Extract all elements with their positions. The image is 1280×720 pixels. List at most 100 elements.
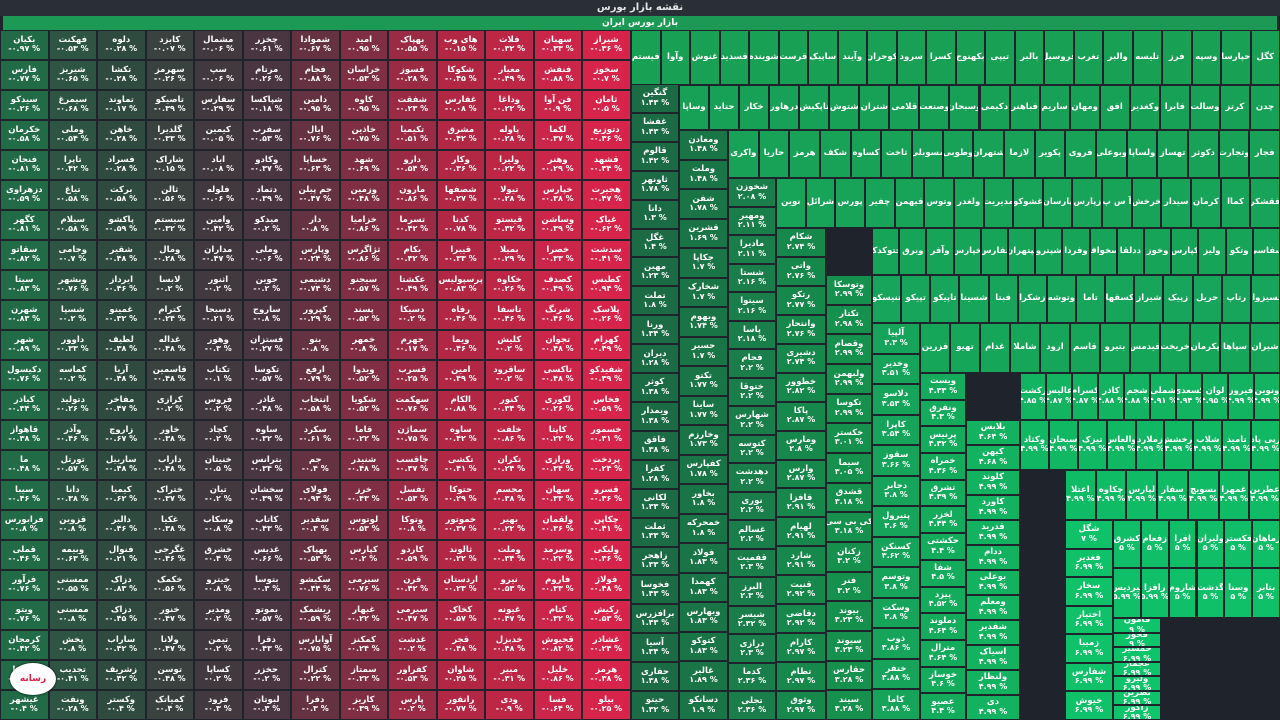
stock-tile[interactable]: ولغدر [953,178,984,228]
stock-tile[interactable]: فولاژ -۰.۴۸ % [582,570,631,600]
stock-tile[interactable]: تکران -۰.۲۴ % [485,450,534,480]
stock-tile[interactable]: ثاخت [881,130,912,178]
stock-tile[interactable]: سیبا -۰.۴۶ % [0,480,49,510]
stock-tile[interactable]: ولیکی -۰.۳۶ % [582,540,631,570]
stock-tile[interactable]: وسرمد -۰.۲۲ % [533,540,582,570]
stock-tile[interactable]: زشریف -۰.۴۲ % [97,660,146,690]
stock-tile[interactable]: سکیشو -۰.۴۴ % [291,570,340,600]
stock-tile[interactable]: لکوری -۰.۲۶ % [533,390,582,420]
stock-tile[interactable]: غالبر ۱.۸۹ % [679,661,728,691]
stock-tile[interactable]: ختفر ۳.۸۸ % [872,658,920,690]
stock-tile[interactable]: فنر ۳.۲ % [826,571,872,602]
stock-tile[interactable]: شهر -۰.۸۹ % [0,330,49,360]
stock-tile[interactable]: تکیمیا -۰.۵۱ % [388,120,437,150]
stock-tile[interactable]: ویما -۰.۴۶ % [436,330,485,360]
stock-tile[interactable]: پارس -۰.۲ % [388,690,437,720]
stock-tile[interactable]: لکما -۰.۳۷ % [533,120,582,150]
stock-tile[interactable]: غجمار ۶.۹۹ % [1113,661,1161,677]
stock-tile[interactable]: کهمدا ۱.۸۳ % [679,572,728,602]
stock-tile[interactable]: دفرا -۰.۳ % [291,690,340,720]
stock-tile[interactable]: فباهنر [1009,85,1040,130]
stock-tile[interactable]: بهپاک -۰.۵۳ % [291,540,340,570]
stock-tile[interactable]: سقاتو -۰.۸۲ % [0,240,49,270]
stock-tile[interactable]: افرا ۵ % [1168,520,1197,568]
stock-tile[interactable]: بکهنوج [955,30,985,85]
stock-tile[interactable]: زمیبا ۶.۹۹ % [1065,634,1113,663]
stock-tile[interactable]: کرمجان -۰.۴۲ % [0,630,49,660]
stock-tile[interactable]: پیزد ۴.۵۲ % [920,586,966,614]
stock-tile[interactable]: داراب -۰.۴۸ % [145,450,194,480]
stock-tile[interactable]: ساوه -۰.۴۲ % [436,420,485,450]
stock-tile[interactable]: خمراه ۴.۳۶ % [920,453,966,480]
stock-tile[interactable]: وکستر -۰.۴ % [97,690,146,720]
stock-tile[interactable]: فیدمس [1130,323,1160,373]
stock-tile[interactable]: جکاپا ۱.۷ % [679,248,728,278]
stock-tile[interactable]: سیدار [1161,178,1192,228]
stock-tile[interactable]: کاردو -۰.۵۹ % [388,540,437,570]
stock-tile[interactable]: اختیار ۶.۹۹ % [1065,605,1113,635]
stock-tile[interactable]: تکشی -۰.۴۱ % [436,450,485,480]
stock-tile[interactable]: خلیل -۰.۸۶ % [533,660,582,690]
stock-tile[interactable]: فخوز ۹ % [1113,632,1161,648]
stock-tile[interactable]: غمهرا ۴.۹۹ % [1218,470,1250,520]
stock-tile[interactable]: عکشتا -۰.۴۹ % [388,270,437,300]
stock-tile[interactable]: حسیر ۱.۷ % [679,336,728,366]
stock-tile[interactable]: تطرین ۶.۹۹ % [1113,690,1161,706]
stock-tile[interactable]: قدرید ۴.۹۹ % [966,520,1020,545]
stock-tile[interactable]: بیوند ۳.۲۳ % [826,601,872,631]
stock-tile[interactable]: شفارس ۶.۹۹ % [1065,662,1113,692]
stock-tile[interactable]: حقارس ۳.۲۸ % [826,660,872,691]
stock-tile[interactable]: ساریم [1039,85,1070,130]
stock-tile[interactable]: بخاور ۱.۸ % [679,484,728,514]
stock-tile[interactable]: مداران -۰.۴۷ % [194,240,243,270]
stock-tile[interactable]: تیمن -۰.۲ % [194,630,243,660]
stock-tile[interactable]: فاروم -۰.۳۳ % [533,570,582,600]
stock-tile[interactable]: شاوان -۰.۲۵ % [436,660,485,690]
stock-tile[interactable]: شملی ۴.۹۱ % [1150,373,1176,420]
stock-tile[interactable]: دانا ۱.۳ % [631,199,679,229]
stock-tile[interactable]: نوری ۲.۲ % [728,491,776,521]
stock-tile[interactable]: غکیا -۰.۳۸ % [145,510,194,540]
stock-tile[interactable]: ثالن -۰.۵۶ % [145,180,194,210]
stock-tile[interactable]: سفرب -۰.۵۳ % [242,120,291,150]
stock-tile[interactable]: بتیرو [1100,323,1130,373]
stock-tile[interactable]: نوین [776,178,806,228]
stock-tile[interactable]: دسیکا -۰.۲ % [388,300,437,330]
stock-tile[interactable]: ددام ۴.۹۹ % [966,545,1020,570]
stock-tile[interactable]: خکستر ۳.۰۱ % [826,423,872,453]
stock-tile[interactable]: فرآور -۰.۷۶ % [0,570,49,600]
stock-tile[interactable]: ولقمان -۰.۳۶ % [533,510,582,540]
stock-tile[interactable]: غاذر -۰.۴۸ % [242,390,291,420]
stock-tile[interactable]: غیاک -۰.۶۲ % [582,210,631,240]
stock-tile[interactable]: ساوه -۰.۳۲ % [242,420,291,450]
stock-tile[interactable]: ودی -۰.۹ % [485,690,534,720]
stock-tile[interactable]: عصیو ۴.۴ % [920,693,966,720]
stock-tile[interactable]: غدشت -۰.۲ % [388,630,437,660]
stock-tile[interactable]: کاتاب -۰.۴۳ % [242,510,291,540]
stock-tile[interactable]: شیسر ۲.۳۲ % [728,605,776,635]
stock-tile[interactable]: سهرمز -۰.۲۶ % [145,60,194,90]
stock-tile[interactable]: بتوسا -۰.۳ % [242,570,291,600]
stock-tile[interactable]: پاکا ۲.۸۷ % [776,401,826,431]
stock-tile[interactable]: ذوب ۳.۸۶ % [872,628,920,659]
stock-tile[interactable]: دشیمی -۰.۷۴ % [291,270,340,300]
stock-tile[interactable]: سیتا -۰.۸۳ % [0,270,49,300]
stock-tile[interactable]: وخدیر ۳.۵۱ % [872,353,920,385]
stock-tile[interactable]: غفارس -۰.۰۸ % [436,90,485,120]
stock-tile[interactable]: وثوق ۲.۹۷ % [776,691,826,720]
stock-tile[interactable]: جهرم -۰.۱۷ % [388,330,437,360]
stock-tile[interactable]: فرابورس -۰.۸ % [0,510,49,540]
stock-tile[interactable]: ساقرود -۰.۲ % [485,360,534,390]
stock-tile[interactable]: تکتار ۲.۹۸ % [826,304,872,335]
stock-tile[interactable]: خلفت -۰.۸۶ % [485,420,534,450]
stock-tile[interactable]: آریا -۰.۴۸ % [97,360,146,390]
stock-tile[interactable]: وخارزم ۱.۷۳ % [679,425,728,455]
stock-tile[interactable]: کوثر ۱.۳۸ % [631,373,679,402]
stock-tile[interactable]: کاذر ۴.۸۸ % [1098,373,1124,420]
stock-tile[interactable]: غشاذر -۰.۲۴ % [582,630,631,660]
stock-tile[interactable]: سیتوا ۲.۱۶ % [728,292,776,321]
stock-tile[interactable]: دامین -۰.۹۵ % [291,90,340,120]
stock-tile[interactable]: ونوین ۴.۹۹ % [1254,373,1280,420]
stock-tile[interactable]: شهرن -۰.۸۳ % [0,300,49,330]
stock-tile[interactable]: اباد -۰.۰۸ % [194,150,243,180]
